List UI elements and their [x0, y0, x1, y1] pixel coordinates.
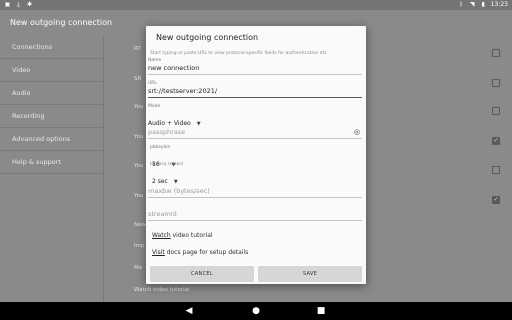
checkbox[interactable]	[492, 166, 500, 174]
list-item[interactable]: Watch video tutorial	[134, 287, 190, 293]
recents-icon[interactable]: ■	[314, 304, 328, 318]
battery-icon: ▮	[481, 1, 485, 8]
status-time: 13:23	[490, 1, 508, 8]
list-item[interactable]: Ma	[134, 265, 142, 271]
list-item: RT	[134, 46, 141, 52]
navigation-bar: ◀ ● ■	[0, 302, 512, 320]
name-field[interactable]: Name new connection	[148, 58, 362, 75]
visit-docs-row: Visit docs page for setup details	[152, 249, 248, 256]
checkbox[interactable]	[492, 49, 500, 57]
watch-link[interactable]: Watch	[152, 232, 171, 239]
list-item[interactable]: Imp	[134, 243, 144, 249]
sidebar-item-connections[interactable]: Connections	[0, 36, 103, 59]
sidebar-item-advanced-options[interactable]: Advanced options	[0, 128, 103, 151]
list-item: You	[134, 163, 144, 169]
watch-text: video tutorial	[170, 232, 213, 239]
list-item[interactable]: New	[134, 222, 146, 228]
visibility-off-icon[interactable]: ◎	[354, 128, 360, 136]
image-icon: ▣	[4, 1, 11, 8]
sidebar-item-video[interactable]: Video	[0, 59, 103, 82]
watch-tutorial-row: Watch video tutorial	[152, 232, 213, 239]
list-item: You	[134, 193, 144, 199]
home-icon[interactable]: ●	[249, 304, 263, 318]
back-icon[interactable]: ◀	[182, 304, 196, 318]
dropdown-arrow-icon: ▼	[196, 121, 201, 127]
name-value[interactable]: new connection	[148, 64, 362, 73]
latency-value[interactable]: 2 sec	[152, 178, 168, 185]
list-item: You	[134, 134, 144, 140]
checkbox[interactable]: ✓	[492, 196, 500, 204]
wifi-icon: ◥	[469, 1, 475, 8]
new-connection-dialog: New outgoing connection Start typing or …	[146, 26, 366, 284]
download-icon: ⤓	[17, 1, 20, 8]
visit-link[interactable]: Visit	[152, 249, 165, 256]
latency-select[interactable]: latency (msec) 2 sec ▼	[148, 162, 362, 187]
save-button[interactable]: SAVE	[258, 266, 362, 282]
list-item: SR	[134, 76, 142, 82]
sidebar-item-help-support[interactable]: Help & support	[0, 151, 103, 174]
passphrase-input[interactable]: passphrase	[148, 128, 362, 137]
bluetooth-icon: ᛒ	[459, 1, 463, 8]
app-title: New outgoing connection	[10, 18, 113, 27]
url-value[interactable]: srt://testserver:2021/	[148, 87, 362, 96]
maxbw-field[interactable]: maxbw (bytes/sec)	[148, 187, 362, 198]
visit-text: docs page for setup details	[164, 249, 249, 256]
passphrase-field[interactable]: passphrase ◎	[148, 128, 362, 139]
mode-select[interactable]: Mode Audio + Video ▼	[148, 104, 362, 129]
dialog-hint: Start typing or paste URL to view protoc…	[150, 51, 327, 56]
sparkle-icon: ✱	[26, 1, 33, 8]
maxbw-input[interactable]: maxbw (bytes/sec)	[148, 187, 362, 196]
checkbox[interactable]	[492, 107, 500, 115]
sidebar-item-audio[interactable]: Audio	[0, 82, 103, 105]
mode-value[interactable]: Audio + Video	[148, 120, 191, 127]
dialog-title: New outgoing connection	[156, 33, 259, 42]
dropdown-arrow-icon: ▼	[173, 179, 178, 185]
cancel-button[interactable]: CANCEL	[150, 266, 254, 282]
sidebar: Connections Video Audio Recording Advanc…	[0, 36, 104, 302]
url-field[interactable]: URL srt://testserver:2021/	[148, 81, 362, 98]
streamid-field[interactable]: streamid	[148, 210, 362, 221]
status-bar: ▣ ⤓ ✱ ᛒ ◥ ▮ 13:23	[0, 0, 512, 10]
checkbox[interactable]	[492, 79, 500, 87]
sidebar-item-recording[interactable]: Recording	[0, 105, 103, 128]
checkbox[interactable]: ✓	[492, 137, 500, 145]
streamid-input[interactable]: streamid	[148, 210, 362, 219]
list-item: You	[134, 104, 144, 110]
